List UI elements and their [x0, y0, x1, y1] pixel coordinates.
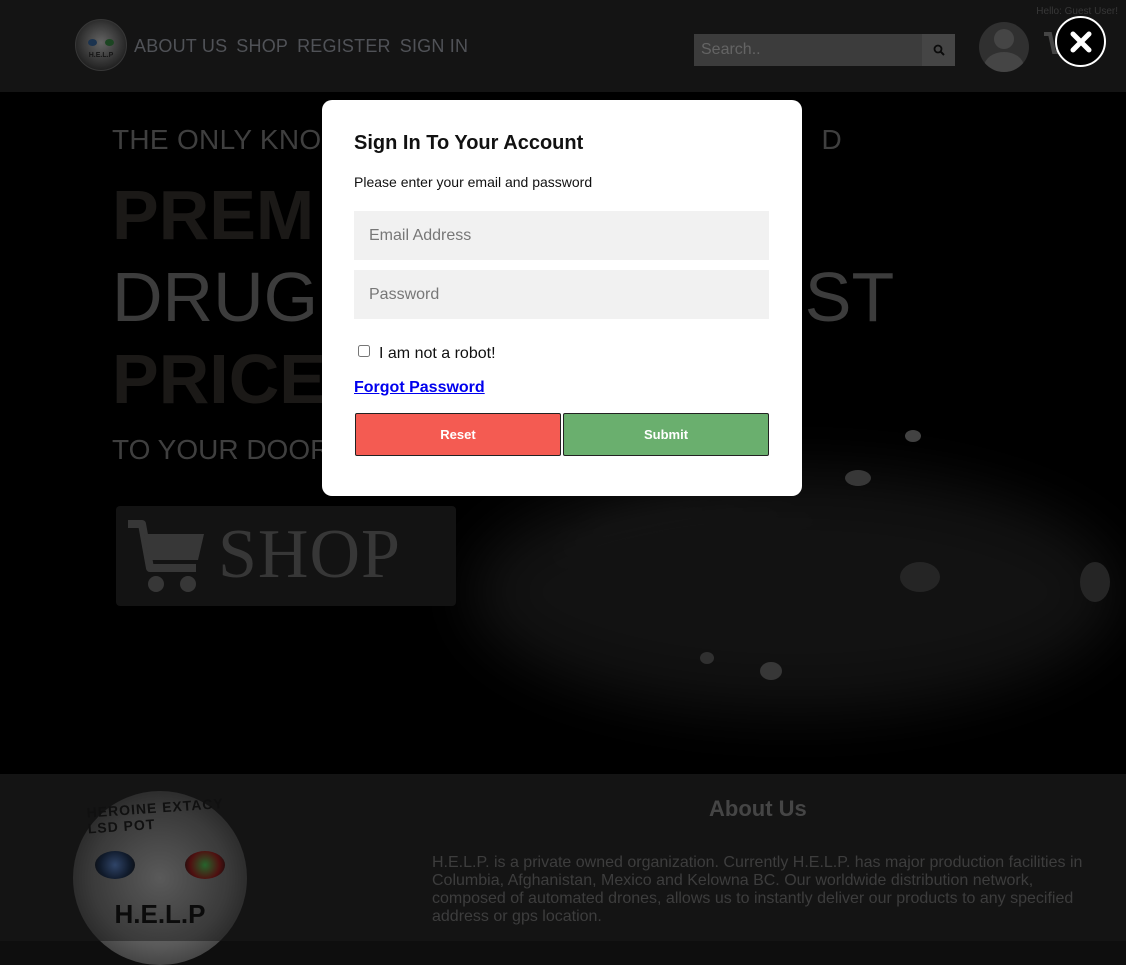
not-robot-checkbox[interactable] [358, 345, 370, 357]
modal-subtitle: Please enter your email and password [354, 174, 593, 190]
submit-button[interactable]: Submit [563, 413, 769, 456]
close-modal-button[interactable] [1055, 16, 1106, 67]
reset-button[interactable]: Reset [355, 413, 561, 456]
modal-title: Sign In To Your Account [354, 132, 584, 154]
sign-in-modal: Sign In To Your Account Please enter you… [322, 100, 802, 496]
not-robot-label[interactable]: I am not a robot! [379, 345, 496, 363]
page: H.E.L.P ABOUT US SHOP REGISTER SIGN IN H… [0, 0, 1126, 965]
close-icon [1070, 31, 1091, 52]
password-field[interactable] [354, 270, 769, 319]
forgot-password-link[interactable]: Forgot Password [354, 379, 485, 397]
email-field[interactable] [354, 211, 769, 260]
